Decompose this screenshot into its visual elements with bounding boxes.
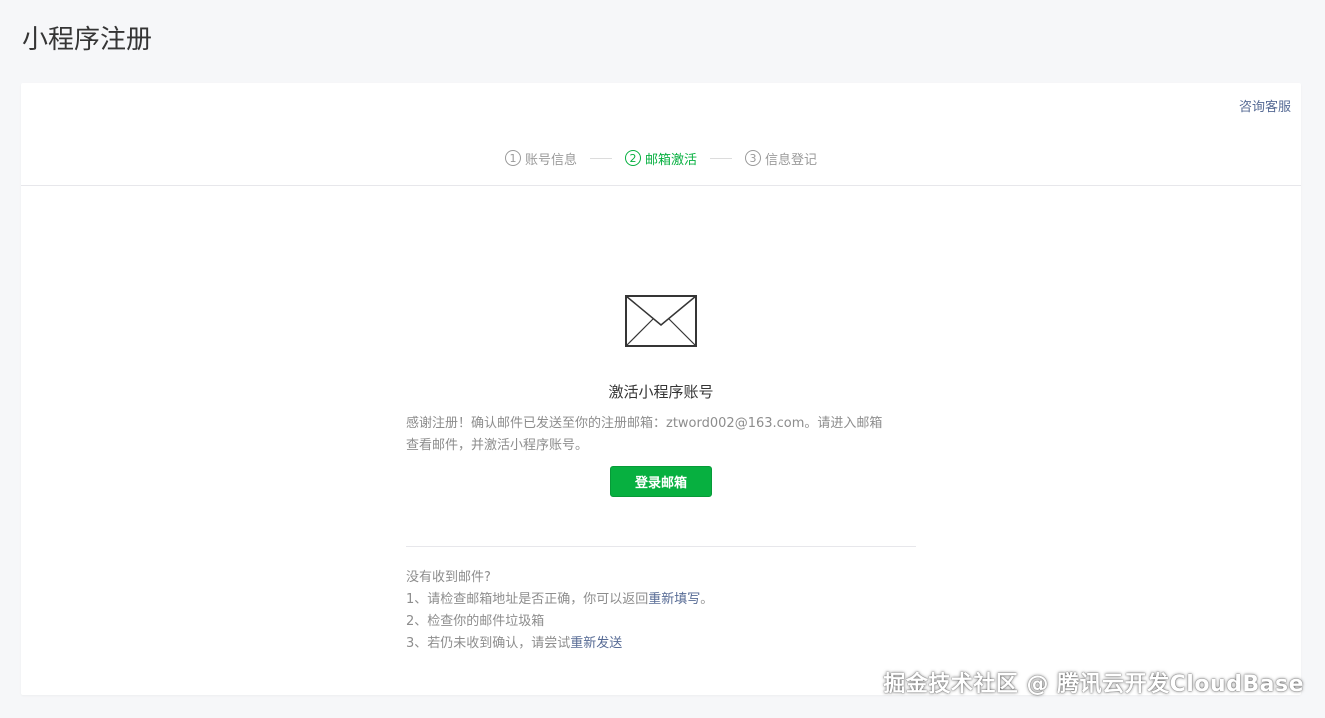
step-label: 信息登记 bbox=[765, 152, 818, 168]
help-item-2: 2、检查你的邮件垃圾箱 bbox=[406, 614, 545, 629]
help-item-1: 1、请检查邮箱地址是否正确，你可以返回重新填写。 bbox=[406, 589, 926, 611]
step-label: 账号信息 bbox=[524, 152, 577, 168]
step-info-registration: 3 信息登记 bbox=[745, 149, 817, 168]
registration-card: 咨询客服 1 账号信息 2 邮箱激活 3 信息登记 激活小程序账号 感谢注册！确… bbox=[21, 83, 1301, 695]
refill-link[interactable]: 重新填写 bbox=[648, 592, 700, 607]
help-text: 1、请检查邮箱地址是否正确，你可以返回 bbox=[406, 592, 649, 607]
activation-description: 感谢注册！确认邮件已发送至你的注册邮箱：ztword002@163.com。请进… bbox=[406, 413, 916, 457]
step-connector bbox=[589, 157, 612, 159]
header-divider bbox=[21, 185, 1301, 186]
page-title: 小程序注册 bbox=[22, 25, 153, 55]
envelope-icon bbox=[625, 295, 697, 347]
description-line: 查看邮件，并激活小程序账号。 bbox=[406, 438, 589, 453]
login-email-button[interactable]: 登录邮箱 bbox=[610, 466, 712, 497]
help-text: 。 bbox=[700, 592, 714, 607]
description-line: 感谢注册！确认邮件已发送至你的注册邮箱：ztword002@163.com。请进… bbox=[406, 416, 883, 431]
step-label: 邮箱激活 bbox=[644, 152, 697, 168]
step-number-1: 1 bbox=[504, 150, 521, 166]
help-heading: 没有收到邮件? bbox=[406, 570, 491, 585]
step-account-info: 1 账号信息 bbox=[504, 149, 577, 168]
help-item-3: 3、若仍未收到确认，请尝试重新发送 bbox=[406, 633, 926, 655]
step-number-3: 3 bbox=[745, 150, 761, 166]
step-number-2: 2 bbox=[624, 150, 641, 166]
step-email-activation: 2 邮箱激活 bbox=[624, 149, 697, 168]
watermark: 掘金技术社区 @ 腾讯云开发CloudBase bbox=[883, 672, 1304, 697]
resend-link[interactable]: 重新发送 bbox=[570, 636, 622, 651]
help-text: 3、若仍未收到确认，请尝试 bbox=[406, 636, 571, 651]
section-divider bbox=[406, 546, 916, 547]
step-indicator: 1 账号信息 2 邮箱激活 3 信息登记 bbox=[21, 147, 1301, 169]
step-connector bbox=[710, 157, 732, 159]
customer-support-link[interactable]: 咨询客服 bbox=[1239, 96, 1291, 115]
help-section: 没有收到邮件? 1、请检查邮箱地址是否正确，你可以返回重新填写。 2、检查你的邮… bbox=[406, 567, 926, 655]
activation-title: 激活小程序账号 bbox=[608, 383, 714, 401]
